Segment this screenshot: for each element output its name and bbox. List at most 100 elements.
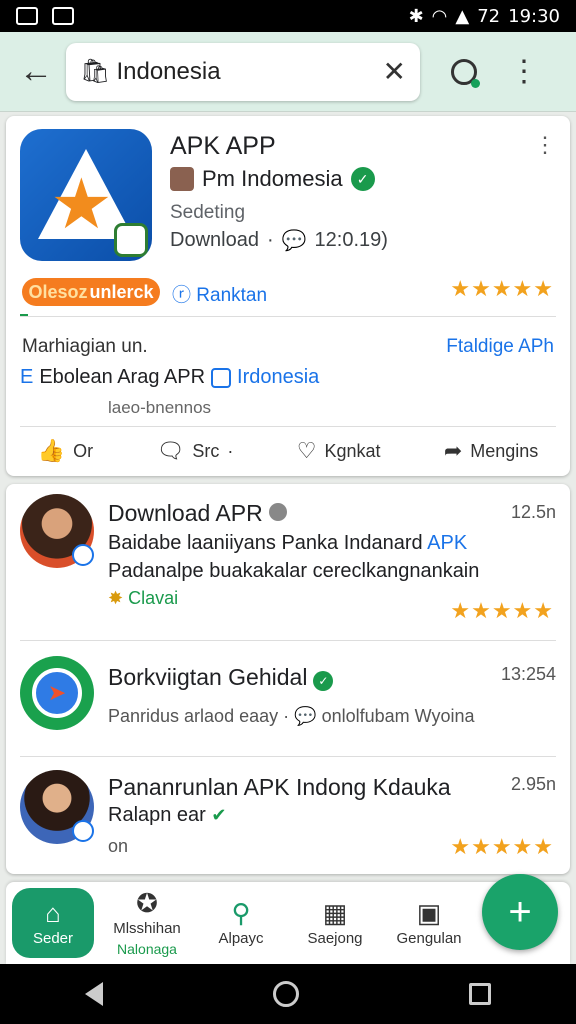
item-title: Borkviigtan Gehidal ✓ — [108, 664, 334, 691]
thumb-up-icon: 👍 — [37, 438, 66, 463]
card-actions: 👍 Or 🗨 Src · ♡ Kgnkat ➦ Mengins — [6, 426, 570, 476]
item-title: Download APR — [108, 500, 287, 527]
item-line-2: Padanalpe buakakalar cereclkangnankain — [108, 560, 480, 582]
item-title: Pananrunlan APK Indong Kdauka — [108, 774, 451, 800]
badge-star-icon: ✸ — [108, 588, 124, 608]
app-icon[interactable]: ★ — [20, 129, 152, 261]
comment-label: Src — [192, 440, 220, 461]
app-title: APK APP — [170, 132, 276, 160]
gallery-icon — [16, 7, 38, 25]
item-sub-text: Panridus arlaod eaay — [108, 706, 279, 726]
compass-icon: ➤ — [32, 668, 82, 718]
system-back-icon[interactable] — [85, 982, 103, 1006]
item-time: 13:254 — [500, 664, 556, 684]
rank-link[interactable]: ⓡ Ranktan — [172, 280, 267, 307]
search-bar[interactable]: 🛍 Indonesia ✕ — [66, 42, 420, 101]
developer-avatar — [170, 167, 194, 191]
overflow-menu-icon[interactable]: ⋮ — [494, 42, 554, 102]
lens-button[interactable] — [434, 42, 494, 102]
divider — [20, 756, 556, 757]
briefcase-icon: ▣ — [416, 897, 442, 928]
share-label: Mengins — [470, 440, 539, 461]
add-fab-button[interactable]: + — [482, 874, 558, 950]
subnote: laeo-bnennos — [108, 398, 212, 417]
tag-prefix-icon: E — [20, 366, 34, 388]
unlock-button[interactable]: Olesoz unlerck — [22, 278, 160, 306]
like-label: Or — [73, 440, 94, 461]
item-rating: ★★★★★ — [450, 834, 554, 859]
item-title-text: Download APR — [108, 500, 263, 526]
app-badge-icon — [114, 223, 148, 257]
nav-apps[interactable]: ▦ Saejong — [294, 900, 376, 947]
card-more-icon[interactable]: ⋮ — [534, 134, 556, 156]
item-tag-text: Clavai — [128, 588, 179, 608]
status-bar: ✱ ◠ ▲ 72 19:30 — [0, 0, 576, 32]
battery-text: 72 — [477, 5, 501, 27]
nav-home[interactable]: ⌂ Seder — [12, 888, 94, 958]
system-recents-icon[interactable] — [469, 983, 491, 1005]
unlock-button-prefix: Olesoz — [28, 281, 88, 302]
nav-label: Gengulan — [396, 929, 462, 947]
rank-label: Ranktan — [196, 285, 268, 306]
list-item[interactable]: ➤ Borkviigtan Gehidal ✓ 13:254 Panridus a… — [6, 644, 570, 774]
comment-button[interactable]: 🗨 Src · — [156, 438, 233, 464]
action-dot: · — [227, 440, 234, 461]
comment-icon: 🗨 — [156, 438, 185, 463]
tag-link[interactable]: Irdonesia — [237, 366, 319, 389]
item-line-link[interactable]: APK — [427, 532, 467, 554]
share-button[interactable]: ➦ Mengins — [444, 438, 538, 464]
favorite-button[interactable]: ♡ Kgnkat — [297, 438, 381, 464]
item-line-text: Baidabe laaniiyans Panka Indanard — [108, 532, 423, 554]
wifi-icon: ◠ — [431, 5, 448, 27]
app-rating: ★★★★★ — [450, 276, 554, 301]
item-sub-text-2: onlolfubam Wyoina — [321, 706, 475, 726]
chat-icon: 💬 — [281, 230, 307, 252]
award-icon: ✪ — [136, 887, 158, 918]
nav-awards[interactable]: ✪ Mlsshihan Nalonaga — [106, 890, 188, 957]
divider — [20, 316, 556, 317]
app-card[interactable]: ★ APK APP ⋮ Pm Indomesia ✓ Sedeting Down… — [6, 116, 570, 476]
browser-icon[interactable]: ➤ — [20, 656, 94, 730]
unlock-button-label: unlerck — [89, 281, 154, 302]
home-icon: ⌂ — [45, 897, 61, 928]
item-time: 2.95n — [510, 774, 556, 794]
verified-icon: ✔ — [211, 805, 227, 825]
item-line-text: Ralapn ear — [108, 804, 206, 826]
clear-icon[interactable]: ✕ — [383, 55, 406, 88]
developer-name: Pm Indomesia — [202, 166, 343, 191]
app-meta-row: Download · 💬 12:0.19) — [170, 228, 388, 253]
rank-icon: ⓡ — [172, 285, 192, 306]
download-label: Download — [170, 229, 259, 251]
section-link[interactable]: Ftaldige APh — [446, 336, 554, 358]
sub-dot: · — [283, 706, 295, 726]
item-title-text: Borkviigtan Gehidal — [108, 664, 308, 690]
verified-icon — [268, 503, 287, 521]
nav-label: Saejong — [307, 929, 363, 947]
nav-label: Mlsshihan — [113, 919, 181, 937]
search-icon: ⚲ — [231, 897, 251, 928]
list-item[interactable]: Download APR 12.5n Baidabe laaniiyans Pa… — [6, 484, 570, 623]
nav-label: Seder — [32, 929, 74, 947]
search-query[interactable]: Indonesia — [116, 58, 382, 86]
chat-icon: 💬 — [294, 706, 317, 726]
nav-library[interactable]: ▣ Gengulan — [388, 900, 470, 947]
meta-time: 12:0.19) — [314, 229, 388, 251]
meta-dot: · — [266, 229, 274, 251]
grid-icon: ▦ — [322, 897, 348, 928]
nav-search[interactable]: ⚲ Alpayc — [200, 900, 282, 947]
system-navigation — [0, 964, 576, 1024]
developer-row[interactable]: Pm Indomesia ✓ — [170, 166, 375, 192]
item-time: 12.5n — [510, 502, 556, 522]
back-arrow-icon[interactable]: ← — [6, 42, 66, 102]
favorite-label: Kgnkat — [324, 440, 381, 461]
section-label: Marhiagian un. — [22, 336, 148, 357]
like-button[interactable]: 👍 Or — [38, 438, 93, 464]
item-tag: ✸ Clavai — [108, 588, 178, 609]
badge-icon — [72, 544, 94, 566]
item-line: Baidabe laaniiyans Panka Indanard APK — [108, 532, 467, 555]
verified-icon: ✓ — [313, 671, 334, 691]
system-home-icon[interactable] — [273, 981, 299, 1007]
feed-card: Download APR 12.5n Baidabe laaniiyans Pa… — [6, 484, 570, 874]
list-item[interactable]: Pananrunlan APK Indong Kdauka 2.95n Rala… — [6, 760, 570, 890]
shopping-bag-icon: 🛍 — [80, 58, 111, 85]
